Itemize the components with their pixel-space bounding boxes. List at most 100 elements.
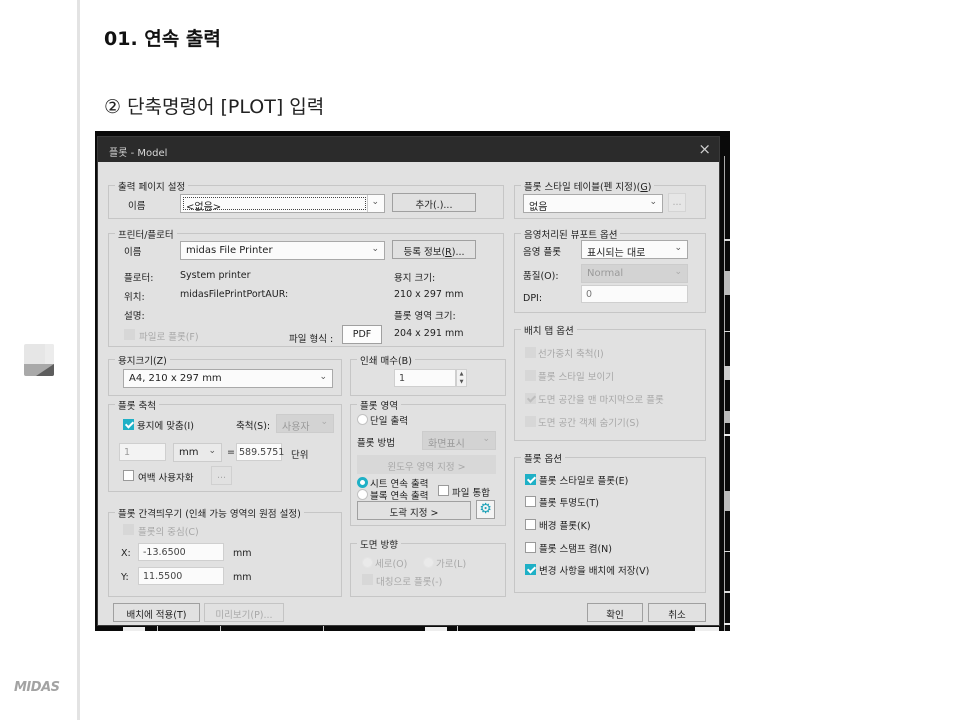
shade-plot-select[interactable]: 표시되는 대로 ⌄ (581, 240, 688, 259)
scale-unit-select[interactable]: mm ⌄ (173, 443, 222, 462)
block-batch-label: 블록 연속 출력 (370, 491, 429, 502)
single-output-radio[interactable] (357, 414, 368, 425)
midas-logo: MIDAS (14, 680, 60, 695)
apply-to-layout-button[interactable]: 배치에 적용(T) (113, 603, 200, 622)
show-plot-styles-label: 플롯 스타일 보이기 (538, 372, 614, 383)
plot-to-file-label: 파일로 플롯(F) (139, 332, 199, 343)
fit-to-paper-checkbox[interactable] (123, 419, 134, 430)
orientation-group: 도면 방향 (350, 537, 506, 597)
chevron-down-icon: ⌄ (371, 244, 379, 254)
spin-down-icon[interactable]: ▼ (457, 378, 466, 386)
plot-to-file-checkbox[interactable] (124, 329, 135, 340)
quality-label: 품질(O): (523, 271, 559, 282)
dialog-titlebar[interactable]: 플롯 - Model × (98, 137, 719, 162)
pst-legend-hotkey: G (640, 182, 648, 193)
dpi-input[interactable]: 0 (581, 285, 688, 303)
spin-up-icon[interactable]: ▲ (457, 370, 466, 378)
custom-margin-ellipsis-button[interactable]: ... (211, 466, 232, 485)
step-instruction: ② 단축명령어 [PLOT] 입력 (104, 96, 325, 118)
orientation-legend: 도면 방향 (357, 537, 401, 551)
scale-select[interactable]: 사용자 ⌄ (276, 414, 334, 433)
window-area-button[interactable]: 윈도우 영역 지정 > (357, 455, 496, 474)
chevron-down-icon: ⌄ (482, 434, 490, 444)
plot-with-styles-checkbox[interactable] (525, 474, 536, 485)
chevron-down-icon: ⌄ (208, 446, 216, 456)
paper-size-select[interactable]: A4, 210 x 297 mm ⌄ (123, 369, 333, 388)
paper-size-value: 210 x 297 mm (394, 289, 464, 300)
location-value: midasFilePrintPortAUR: (180, 289, 289, 300)
shaded-viewport-legend: 음영처리된 뷰포트 옵션 (521, 227, 621, 241)
page-setup-name-select[interactable]: <없음> ⌄ (180, 194, 385, 213)
plot-method-value: 화면표시 (428, 439, 465, 450)
frame-select-button[interactable]: 도곽 지정 > (357, 501, 471, 520)
lineweight-scale-label: 선가중치 축척(I) (538, 349, 604, 360)
properties-label-end: )... (451, 247, 465, 258)
quality-select[interactable]: Normal ⌄ (581, 264, 688, 283)
close-icon[interactable]: × (698, 140, 711, 158)
gear-icon[interactable]: ⚙ (476, 500, 495, 519)
printer-properties-button[interactable]: 등록 정보(R)... (392, 240, 476, 259)
plot-dialog: 플롯 - Model × 출력 페이지 설정 이름 <없음> ⌄ 추가(.)..… (97, 136, 720, 626)
dialog-title: 플롯 - Model (109, 148, 168, 159)
properties-label: 등록 정보( (403, 247, 446, 258)
preview-button[interactable]: 미리보기(P)... (204, 603, 284, 622)
chevron-down-icon: ⌄ (674, 267, 682, 277)
paper-size-legend: 용지크기(Z) (115, 353, 170, 367)
merge-file-checkbox[interactable] (438, 485, 449, 496)
scale-unit-input[interactable]: 1 (119, 443, 166, 461)
location-label: 위치: (124, 292, 145, 303)
paperspace-last-checkbox[interactable] (525, 393, 536, 404)
landscape-radio[interactable] (423, 557, 434, 568)
page-thumbnail-icon[interactable] (24, 344, 54, 376)
save-to-layout-checkbox[interactable] (525, 564, 536, 575)
cad-background-lines (724, 156, 730, 631)
show-plot-styles-checkbox[interactable] (525, 370, 536, 381)
plot-method-select[interactable]: 화면표시 ⌄ (422, 431, 496, 450)
printer-name-select[interactable]: midas File Printer ⌄ (180, 241, 385, 260)
pst-legend-text: 플롯 스타일 테이블(펜 지정)( (524, 182, 641, 193)
copies-spinner[interactable]: ▲ ▼ (456, 369, 467, 387)
shade-plot-label: 음영 플롯 (523, 247, 561, 258)
sheet-batch-radio[interactable] (357, 477, 368, 488)
save-to-layout-label: 변경 사항을 배치에 저장(V) (539, 566, 650, 577)
portrait-radio[interactable] (362, 557, 373, 568)
ok-button[interactable]: 확인 (587, 603, 643, 622)
description-label: 설명: (124, 311, 145, 322)
chevron-down-icon: ⌄ (674, 243, 682, 253)
add-page-setup-button[interactable]: 추가(.)... (392, 193, 476, 212)
scale-unit-value: mm (179, 447, 199, 458)
center-plot-checkbox[interactable] (123, 524, 134, 535)
copies-legend: 인쇄 매수(B) (357, 353, 415, 367)
quality-value: Normal (587, 268, 624, 279)
single-output-label: 단일 출력 (370, 416, 408, 427)
page-setup-legend: 출력 페이지 설정 (115, 179, 189, 193)
hide-paperspace-checkbox[interactable] (525, 416, 536, 427)
file-format-button[interactable]: PDF (342, 325, 382, 344)
block-batch-radio[interactable] (357, 489, 368, 500)
offset-x-label: X: (121, 548, 131, 559)
offset-y-input[interactable]: 11.5500 (138, 567, 224, 585)
plot-transparency-checkbox[interactable] (525, 496, 536, 507)
offset-y-unit: mm (233, 572, 252, 583)
offset-x-input[interactable]: -13.6500 (138, 543, 224, 561)
center-plot-label: 플롯의 중심(C) (138, 527, 199, 538)
upside-down-checkbox[interactable] (362, 574, 373, 585)
offset-x-unit: mm (233, 548, 252, 559)
cancel-button[interactable]: 취소 (648, 603, 706, 622)
scale-units-input[interactable]: 589.5751 (236, 443, 284, 461)
plot-stamp-checkbox[interactable] (525, 542, 536, 553)
lineweight-scale-checkbox[interactable] (525, 347, 536, 358)
pst-legend-end: ) (647, 182, 652, 193)
upside-down-label: 대칭으로 플롯(-) (376, 577, 443, 588)
portrait-label: 세로(O) (375, 559, 408, 570)
file-format-label: 파일 형식 : (289, 334, 334, 345)
merge-file-label: 파일 통합 (452, 488, 490, 499)
edit-plot-style-button[interactable]: ... (668, 193, 686, 212)
plot-style-table-legend: 플롯 스타일 테이블(펜 지정)(G) (521, 179, 655, 193)
page-setup-name-label: 이름 (128, 201, 146, 212)
background-plot-checkbox[interactable] (525, 519, 536, 530)
scale-value: 사용자 (282, 422, 310, 433)
plot-style-table-select[interactable]: 없음 ⌄ (523, 194, 663, 213)
custom-margin-checkbox[interactable] (123, 470, 134, 481)
copies-input[interactable]: 1 (394, 369, 456, 387)
